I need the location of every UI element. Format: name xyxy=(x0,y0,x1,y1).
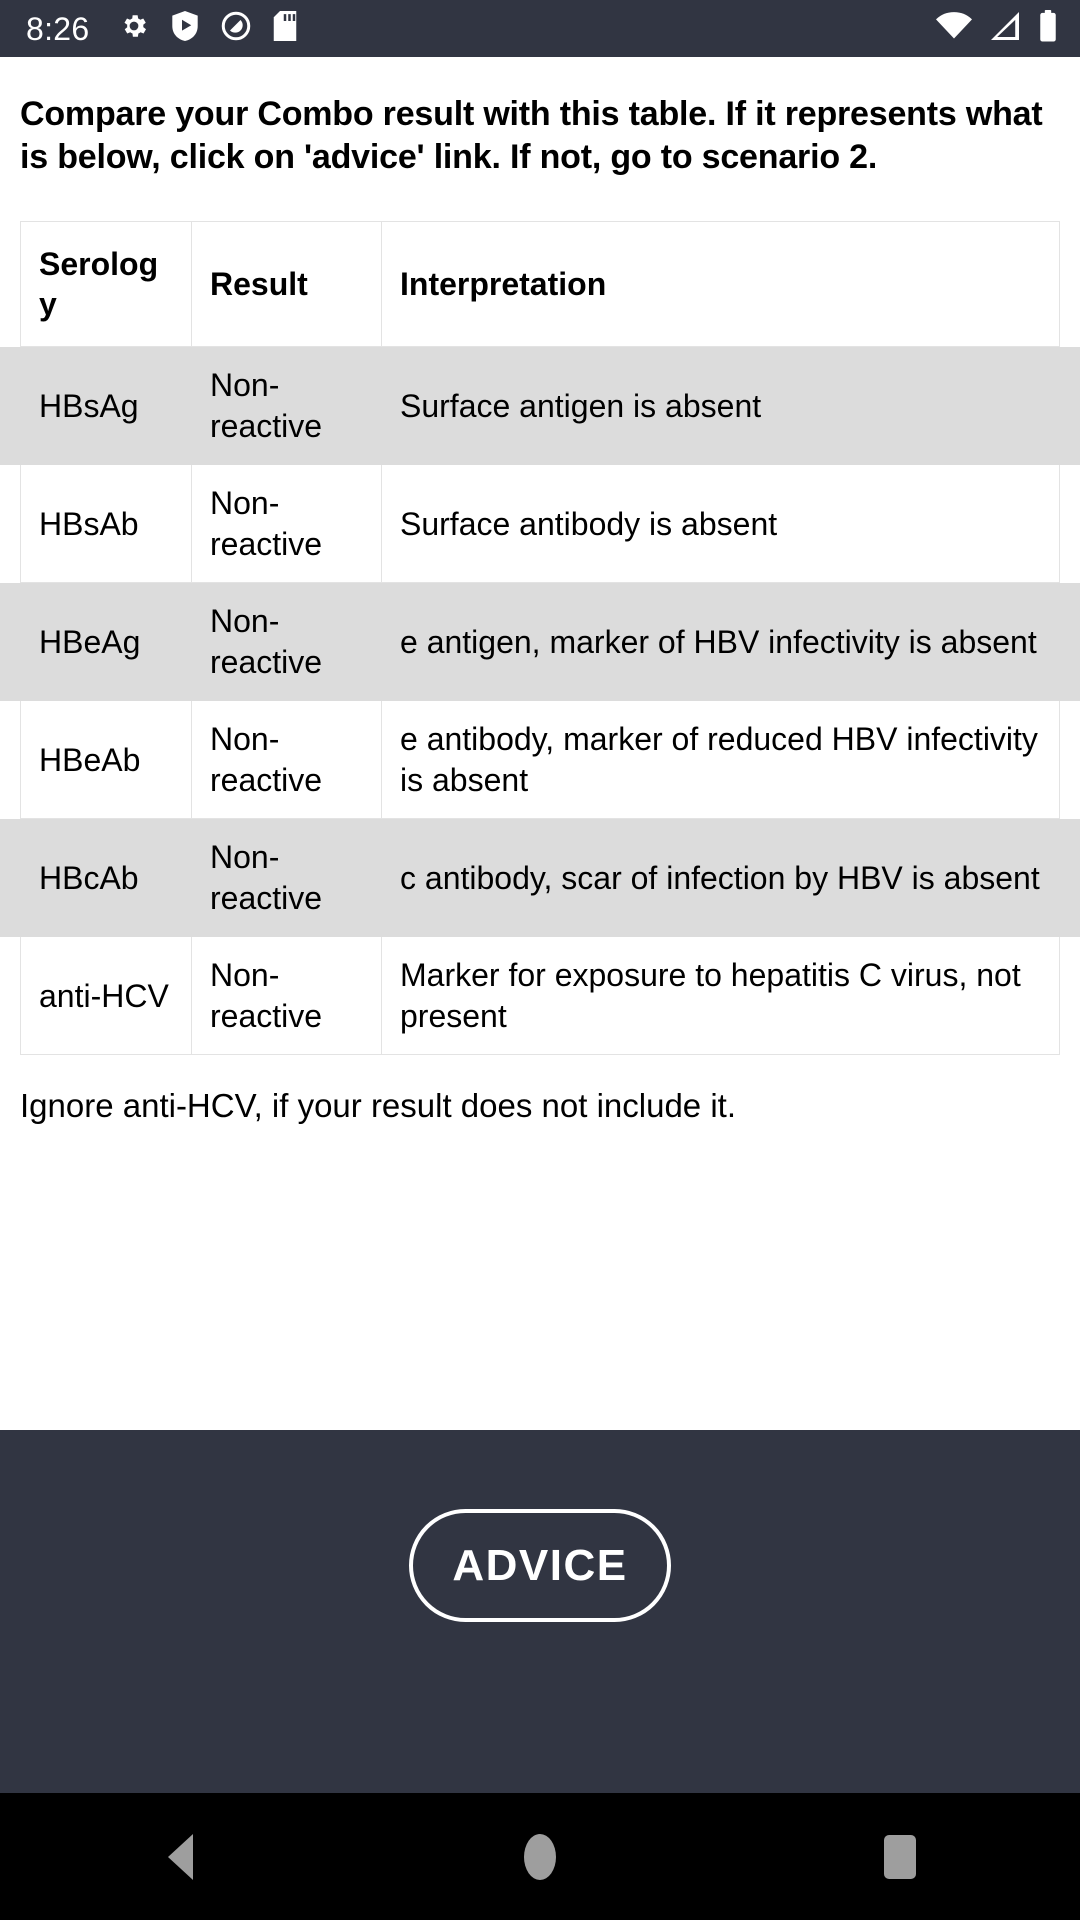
table-body: HBsAg Non-reactive Surface antigen is ab… xyxy=(20,346,1060,1056)
clone-slash-icon xyxy=(221,11,251,46)
wifi-icon xyxy=(936,12,972,45)
column-header-interpretation: Interpretation xyxy=(381,220,1060,348)
cell-serology: anti-HCV xyxy=(20,936,192,1056)
cell-interpretation: e antibody, marker of reduced HBV infect… xyxy=(381,700,1060,820)
table-row: HBeAg Non-reactive e antigen, marker of … xyxy=(20,582,1060,702)
phone-screen: 8:26 Compare your Combo result with this… xyxy=(0,0,1080,1920)
cell-result: Non-reactive xyxy=(191,464,382,584)
back-nav-button[interactable] xyxy=(0,1833,360,1880)
serology-table: Serology Result Interpretation HBsAg Non… xyxy=(20,220,1060,1056)
home-circle-icon xyxy=(524,1833,556,1880)
main-content: Compare your Combo result with this tabl… xyxy=(0,57,1080,1430)
serology-table-wrapper: Serology Result Interpretation HBsAg Non… xyxy=(0,220,1080,1056)
table-header-row: Serology Result Interpretation xyxy=(20,220,1060,348)
cell-interpretation: e antigen, marker of HBV infectivity is … xyxy=(381,582,1060,702)
table-row: HBeAb Non-reactive e antibody, marker of… xyxy=(20,700,1060,820)
cell-interpretation: Surface antigen is absent xyxy=(381,346,1060,466)
status-bar: 8:26 xyxy=(0,0,1080,57)
android-navigation-bar xyxy=(0,1793,1080,1920)
status-bar-system-icons xyxy=(936,10,1058,47)
table-head: Serology Result Interpretation xyxy=(20,220,1060,348)
cell-serology: HBeAg xyxy=(20,582,192,702)
sd-card-icon xyxy=(273,11,297,46)
cell-interpretation: Marker for exposure to hepatitis C virus… xyxy=(381,936,1060,1056)
back-triangle-icon xyxy=(167,1833,193,1880)
table-row: HBsAb Non-reactive Surface antibody is a… xyxy=(20,464,1060,584)
table-row: HBsAg Non-reactive Surface antigen is ab… xyxy=(20,346,1060,466)
shield-play-icon xyxy=(171,11,199,46)
cell-result: Non-reactive xyxy=(191,582,382,702)
cell-serology: HBcAb xyxy=(20,818,192,938)
gear-icon xyxy=(119,11,149,46)
cell-serology: HBsAg xyxy=(20,346,192,466)
cell-result: Non-reactive xyxy=(191,818,382,938)
cell-result: Non-reactive xyxy=(191,346,382,466)
battery-icon xyxy=(1038,10,1058,47)
recents-square-icon xyxy=(884,1834,916,1879)
cell-serology: HBeAb xyxy=(20,700,192,820)
column-header-result: Result xyxy=(191,220,382,348)
home-nav-button[interactable] xyxy=(360,1833,720,1880)
advice-footer: ADVICE xyxy=(0,1430,1080,1793)
cell-result: Non-reactive xyxy=(191,936,382,1056)
recents-nav-button[interactable] xyxy=(720,1834,1080,1879)
cell-result: Non-reactive xyxy=(191,700,382,820)
column-header-serology: Serology xyxy=(20,220,192,348)
status-bar-clock: 8:26 xyxy=(26,10,90,47)
advice-button[interactable]: ADVICE xyxy=(409,1509,671,1622)
cell-interpretation: Surface antibody is absent xyxy=(381,464,1060,584)
cell-signal-icon xyxy=(988,12,1022,45)
cell-interpretation: c antibody, scar of infection by HBV is … xyxy=(381,818,1060,938)
table-row: anti-HCV Non-reactive Marker for exposur… xyxy=(20,936,1060,1056)
status-bar-notification-icons xyxy=(119,11,297,46)
table-row: HBcAb Non-reactive c antibody, scar of i… xyxy=(20,818,1060,938)
table-note: Ignore anti-HCV, if your result does not… xyxy=(20,1087,736,1125)
intro-instructions: Compare your Combo result with this tabl… xyxy=(20,95,1043,176)
cell-serology: HBsAb xyxy=(20,464,192,584)
